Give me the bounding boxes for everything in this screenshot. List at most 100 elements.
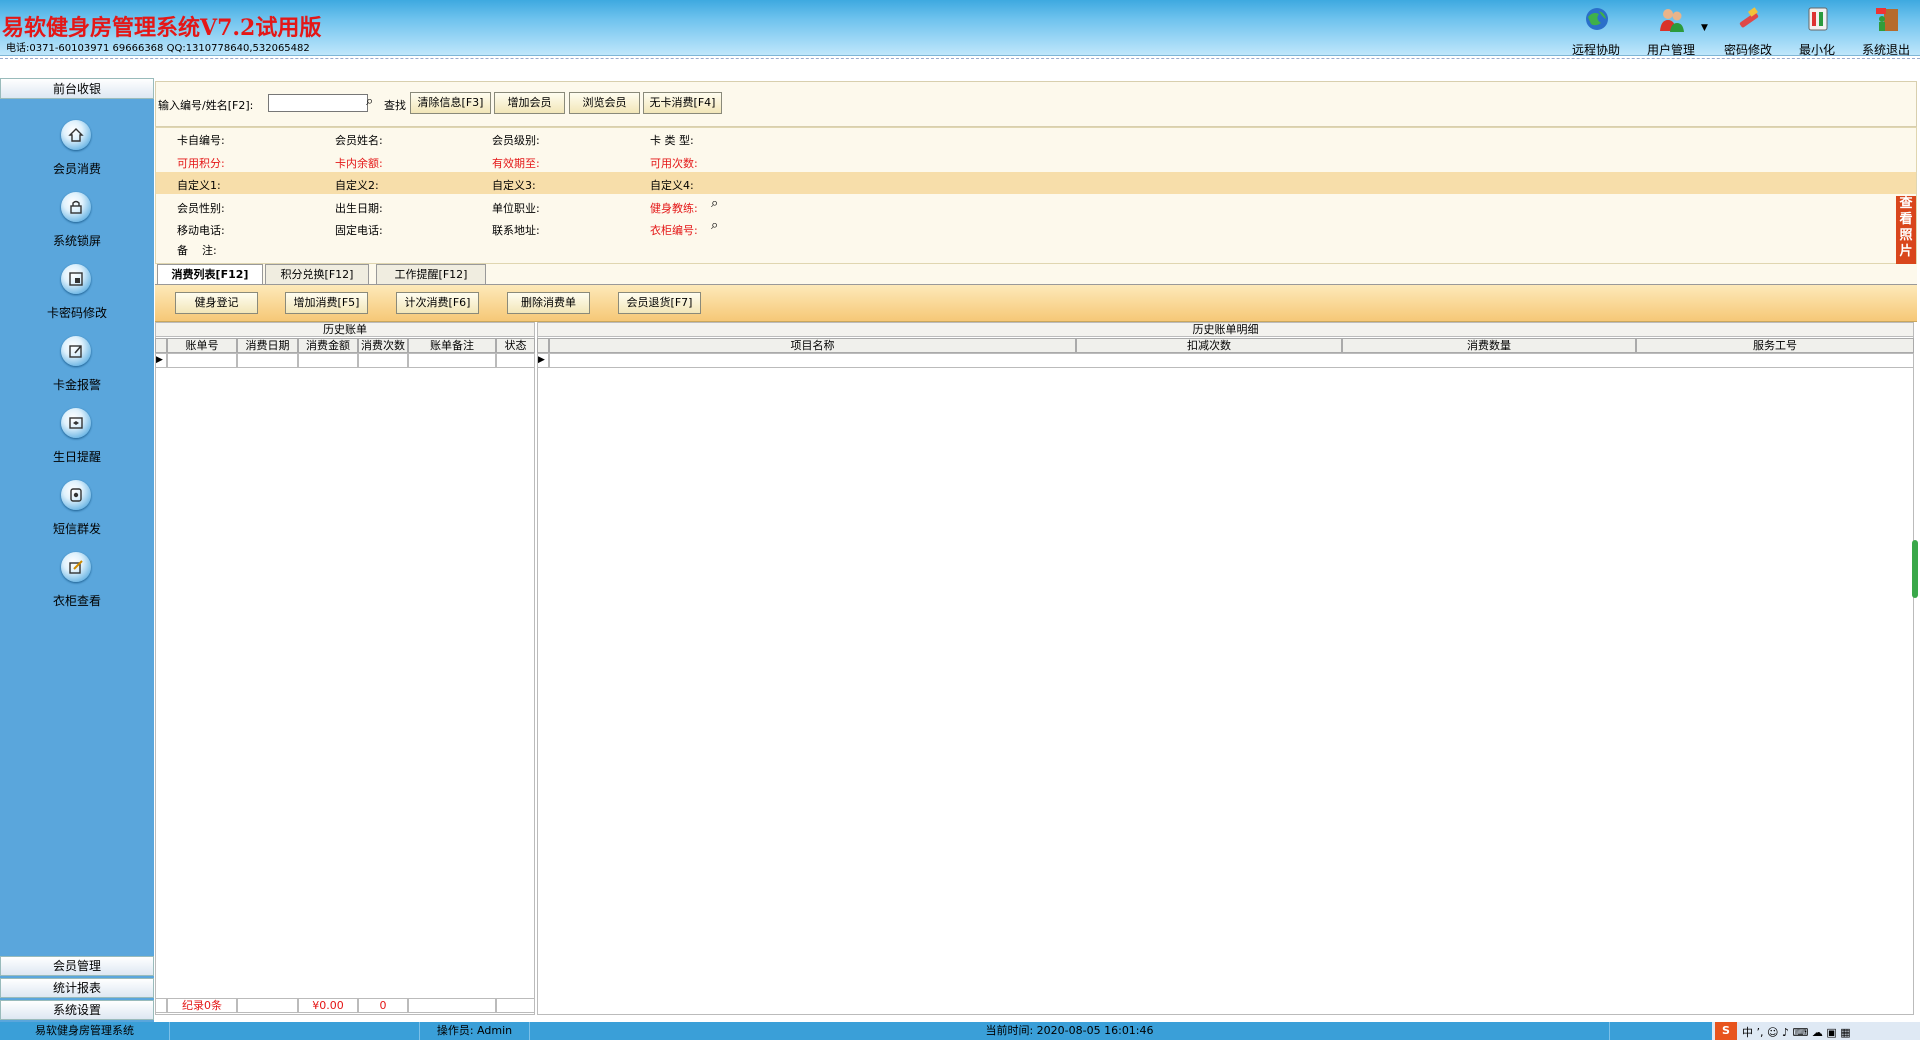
password-change-button[interactable]: 密码修改 xyxy=(1713,3,1783,57)
chevron-down-icon[interactable]: ▼ xyxy=(1701,23,1708,33)
col-consume-date[interactable]: 消费日期 xyxy=(237,338,298,353)
custom3-label: 自定义3: xyxy=(492,179,536,192)
no-card-consume-button[interactable]: 无卡消费[F4] xyxy=(643,92,722,114)
app-title: 易软健身房管理系统V7.2试用版 xyxy=(2,15,322,41)
birthdate-label: 出生日期: xyxy=(335,202,383,215)
tab-work-reminder[interactable]: 工作提醒[F12] xyxy=(376,264,486,284)
remote-assist-label: 远程协助 xyxy=(1571,43,1620,57)
count-consume-button[interactable]: 计次消费[F6] xyxy=(396,292,479,314)
sidebar-item-label: 会员消费 xyxy=(52,162,101,176)
phone-label: 固定电话: xyxy=(335,224,383,237)
table-row-cell[interactable] xyxy=(408,353,496,368)
password-change-label: 密码修改 xyxy=(1723,43,1772,57)
sidebar-system-settings[interactable]: 系统设置 xyxy=(0,1000,154,1020)
footer-indicator xyxy=(155,998,167,1013)
col-bill-no[interactable]: 账单号 xyxy=(167,338,237,353)
sidebar-item-birthday-reminder[interactable]: 生日提醒 xyxy=(0,408,154,480)
current-row-arrow-icon: ▶ xyxy=(155,353,167,368)
mobile-label: 移动电话: xyxy=(177,224,225,237)
find-label[interactable]: 查找 xyxy=(384,97,406,113)
sidebar-item-sms-broadcast[interactable]: 短信群发 xyxy=(0,480,154,552)
sidebar-item-locker-view[interactable]: 衣柜查看 xyxy=(0,552,154,624)
record-count: 纪录0条 xyxy=(167,998,237,1013)
sidebar-item-label: 卡密码修改 xyxy=(46,306,107,320)
system-exit-label: 系统退出 xyxy=(1861,43,1910,57)
key-icon xyxy=(1739,7,1759,28)
gender-label: 会员性别: xyxy=(177,202,225,215)
add-consume-button[interactable]: 增加消费[F5] xyxy=(285,292,368,314)
member-name-label: 会员姓名: xyxy=(335,134,383,147)
sidebar-member-management[interactable]: 会员管理 xyxy=(0,956,154,976)
tab-consume-list[interactable]: 消费列表[F12] xyxy=(157,264,263,284)
minimize-button[interactable]: 最小化 xyxy=(1782,3,1852,57)
total-amount: ¥0.00 xyxy=(298,998,358,1013)
sidebar-item-label: 短信群发 xyxy=(52,522,101,536)
col-consume-count[interactable]: 消费次数 xyxy=(358,338,408,353)
row-indicator-header xyxy=(537,338,549,353)
ime-logo-icon[interactable]: S xyxy=(1715,1022,1737,1040)
member-info-panel: 卡自编号: 会员姓名: 会员级别: 卡 类 型: 可用积分: 卡内余额: 有效期… xyxy=(155,127,1917,264)
custom4-label: 自定义4: xyxy=(650,179,694,192)
sidebar-item-card-password[interactable]: 卡密码修改 xyxy=(0,264,154,336)
col-deduct-count[interactable]: 扣减次数 xyxy=(1076,338,1342,353)
minimize-label: 最小化 xyxy=(1798,43,1835,57)
table-row-cell[interactable] xyxy=(167,353,237,368)
table-row-cell[interactable] xyxy=(298,353,358,368)
expiry-label: 有效期至: xyxy=(492,157,540,170)
ime-toolbar[interactable]: S 中 ʼ, ☺ ♪ ⌨ ☁ ▣ ▦ xyxy=(1712,1022,1920,1040)
card-type-label: 卡 类 型: xyxy=(650,134,694,147)
browse-members-button[interactable]: 浏览会员 xyxy=(569,92,640,114)
title-bar: 易软健身房管理系统V7.2试用版 电话:0371-60103971 696663… xyxy=(0,0,1920,57)
gift-icon xyxy=(69,417,83,429)
sidebar-item-label: 卡金报警 xyxy=(52,378,101,392)
col-status[interactable]: 状态 xyxy=(496,338,535,353)
lock-icon xyxy=(70,200,82,214)
add-member-button[interactable]: 增加会员 xyxy=(494,92,565,114)
member-return-button[interactable]: 会员退货[F7] xyxy=(618,292,701,314)
user-management-button[interactable]: 用户管理 xyxy=(1636,3,1706,57)
system-exit-button[interactable]: 系统退出 xyxy=(1851,3,1920,57)
ime-icons[interactable]: 中 ʼ, ☺ ♪ ⌨ ☁ ▣ ▦ xyxy=(1742,1024,1851,1040)
remote-assist-button[interactable]: 远程协助 xyxy=(1561,3,1631,57)
contact-info: 电话:0371-60103971 69666368 QQ:1310778640,… xyxy=(6,43,310,54)
minimize-icon xyxy=(1808,7,1828,31)
sidebar-statistics-reports[interactable]: 统计报表 xyxy=(0,978,154,998)
sidebar-item-balance-alert[interactable]: 卡金报警 xyxy=(0,336,154,408)
table-row-cell[interactable] xyxy=(496,353,535,368)
sidebar-item-member-consume[interactable]: 会员消费 xyxy=(0,120,154,192)
col-consume-quantity[interactable]: 消费数量 xyxy=(1342,338,1636,353)
search-input[interactable] xyxy=(268,94,368,112)
sidebar-item-label: 系统锁屏 xyxy=(52,234,101,248)
current-row-arrow-icon: ▶ xyxy=(537,353,549,368)
member-level-label: 会员级别: xyxy=(492,134,540,147)
view-photo-button[interactable]: 查看照片 xyxy=(1896,196,1916,264)
clear-info-button[interactable]: 清除信息[F3] xyxy=(410,92,491,114)
action-bar: 健身登记 增加消费[F5] 计次消费[F6] 删除消费单 会员退货[F7] xyxy=(155,285,1917,322)
tab-points-exchange[interactable]: 积分兑换[F12] xyxy=(265,264,369,284)
binoculars-icon[interactable]: ⌕ xyxy=(711,218,718,233)
detail-grid xyxy=(537,322,1914,1015)
col-service-id[interactable]: 服务工号 xyxy=(1636,338,1914,353)
scrollbar-thumb[interactable] xyxy=(1912,540,1918,598)
remark-label: 备 注: xyxy=(177,244,217,257)
remaining-count-label: 可用次数: xyxy=(650,157,698,170)
card-id-label: 卡自编号: xyxy=(177,134,225,147)
sidebar-section-header[interactable]: 前台收银 xyxy=(0,78,154,99)
status-empty xyxy=(170,1022,420,1040)
col-bill-remark[interactable]: 账单备注 xyxy=(408,338,496,353)
custom1-label: 自定义1: xyxy=(177,179,221,192)
coach-label: 健身教练: xyxy=(650,202,698,215)
card-icon xyxy=(69,272,83,286)
sidebar-item-lock-screen[interactable]: 系统锁屏 xyxy=(0,192,154,264)
delete-bill-button[interactable]: 删除消费单 xyxy=(507,292,590,314)
binoculars-icon[interactable]: ⌕ xyxy=(711,196,718,211)
table-row-cell[interactable] xyxy=(237,353,298,368)
binoculars-icon[interactable]: ⌕ xyxy=(366,94,373,109)
status-bar: 易软健身房管理系统 操作员: Admin 当前时间: 2020-08-05 16… xyxy=(0,1022,1920,1040)
col-consume-amount[interactable]: 消费金额 xyxy=(298,338,358,353)
fitness-register-button[interactable]: 健身登记 xyxy=(175,292,258,314)
sidebar-item-label: 生日提醒 xyxy=(52,450,101,464)
table-row-cell[interactable] xyxy=(358,353,408,368)
table-row[interactable] xyxy=(549,353,1914,368)
col-item-name[interactable]: 项目名称 xyxy=(549,338,1076,353)
